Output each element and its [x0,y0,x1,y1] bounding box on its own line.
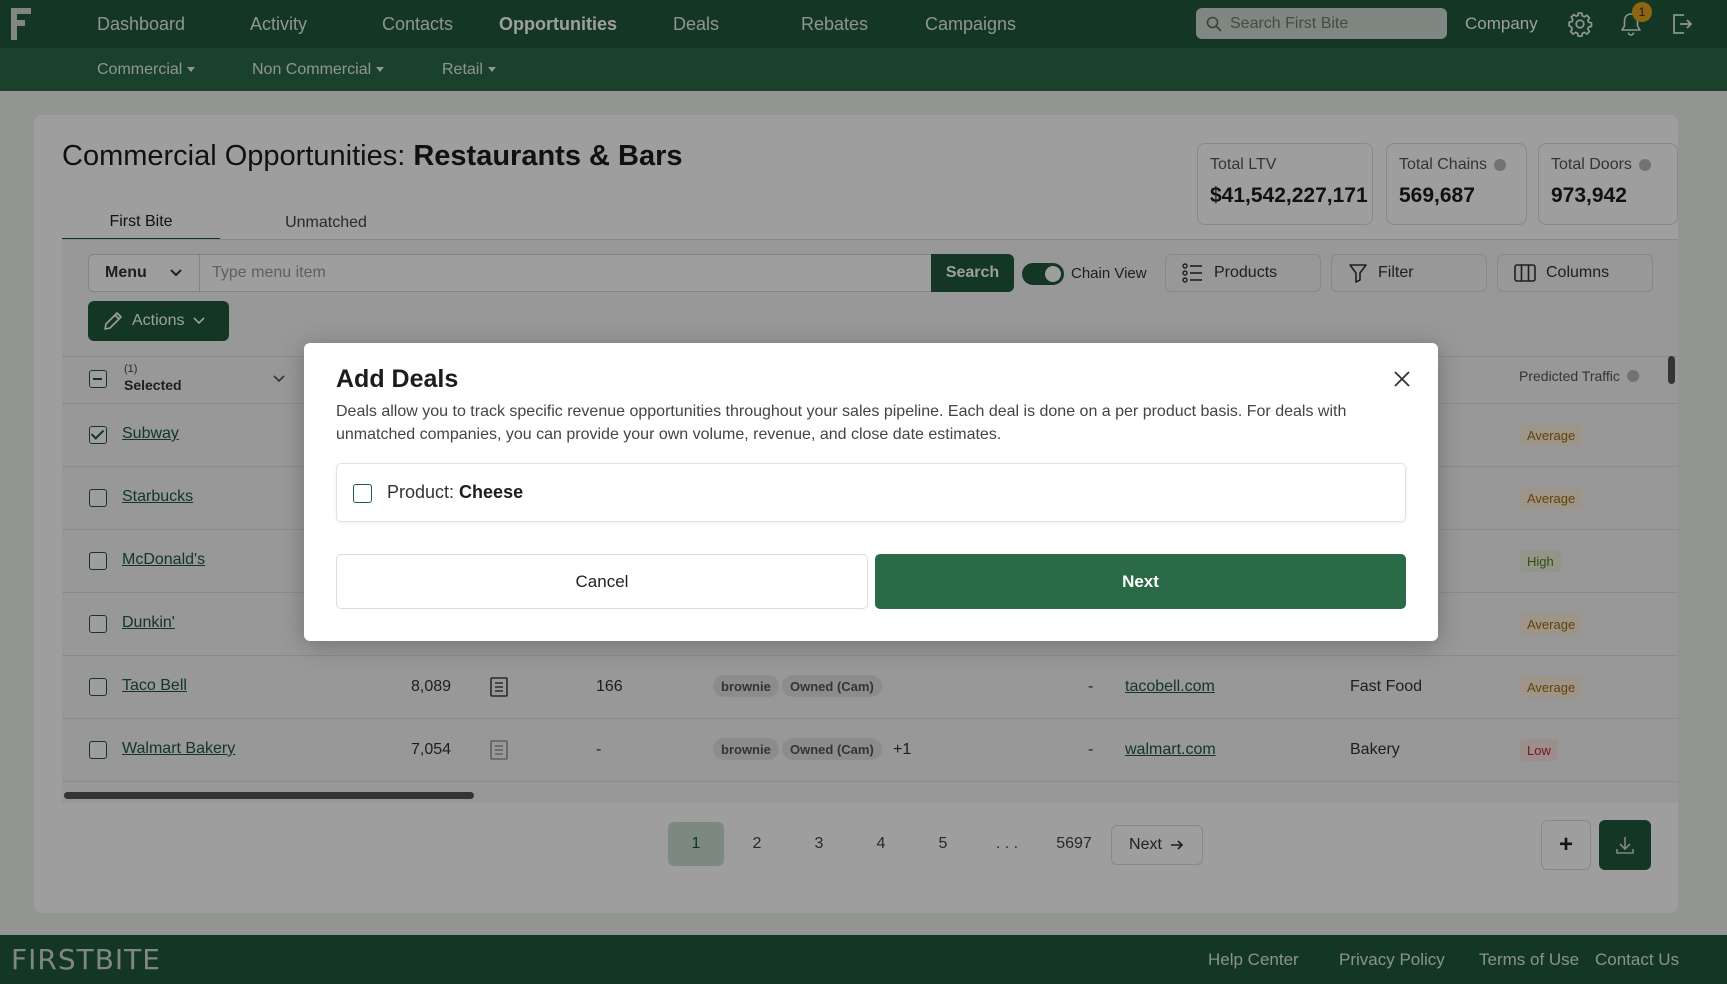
product-checkbox[interactable] [353,484,372,503]
product-option[interactable]: Product: Cheese [336,463,1406,522]
modal-title: Add Deals [336,365,459,393]
cancel-button[interactable]: Cancel [336,554,868,609]
close-icon[interactable] [1390,367,1414,391]
product-label: Product: Cheese [387,482,524,502]
next-button[interactable]: Next [875,554,1406,609]
add-deals-modal: Add Deals Deals allow you to track speci… [304,343,1438,641]
modal-description: Deals allow you to track specific revenu… [336,403,1347,443]
